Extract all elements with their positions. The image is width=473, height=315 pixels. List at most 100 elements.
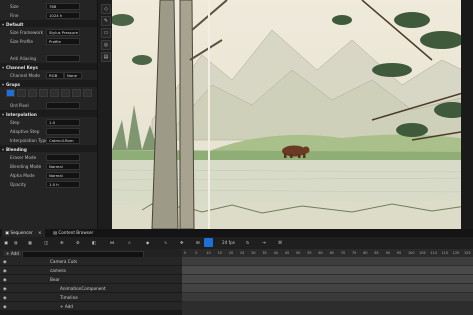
close-icon[interactable]: ×: [38, 230, 42, 235]
camera-cuts-bar[interactable]: [182, 257, 473, 265]
property-value[interactable]: 1.0: [46, 118, 80, 126]
track-row[interactable]: ◉ camera: [0, 266, 182, 275]
section-header[interactable]: ▾ Grups: [0, 80, 97, 87]
world-icon[interactable]: ◍: [14, 240, 18, 245]
tab-content-browser[interactable]: ▤ Content Browser: [50, 229, 96, 237]
visibility-icon[interactable]: ◉: [3, 304, 7, 309]
property-value[interactable]: Normal: [46, 171, 80, 179]
snap-icon[interactable]: ⋈: [110, 240, 114, 245]
timeline-ruler[interactable]: 0 5 10 15 20 25 30 35 40 45 50 55 60 65 70 75 80 85 90 95 10…: [182, 249, 473, 257]
tool-strip: ◇ ✎ ▭ ◎ ▤: [97, 0, 113, 229]
grid-icon[interactable]: ⊞: [196, 240, 200, 245]
sequencer-toolbar: ▣ ◍ ▦ ◫ ⊕ ⚙ ◧ ⋈ ⬦ ◆ ∿ ✥ ⊞ 24 fps ↻ ⇥ ⌘: [0, 237, 473, 249]
track-row[interactable]: ◉ + Add: [0, 302, 182, 311]
visibility-icon[interactable]: ◉: [3, 268, 7, 273]
channel-mode-dropdown[interactable]: RGB: [46, 71, 64, 79]
settings-icon[interactable]: ⚙: [76, 240, 80, 245]
track-row[interactable]: ◉ Bear: [0, 275, 182, 284]
fps-dropdown[interactable]: 24 fps: [222, 240, 235, 245]
select-tool-icon[interactable]: ◇: [101, 4, 111, 14]
camera-icon[interactable]: ⊕: [60, 240, 64, 245]
sequencer-tab-bar: ▣ Sequencer × ▤ Content Browser: [0, 229, 473, 237]
property-value[interactable]: Normal: [46, 162, 80, 170]
channel-mode-secondary[interactable]: None: [64, 71, 82, 79]
chevron-down-icon: ▾: [2, 146, 5, 152]
property-value[interactable]: [46, 54, 80, 62]
property-value[interactable]: Catmull-Rom: [46, 136, 80, 144]
eraser-tool-icon[interactable]: ▭: [101, 28, 111, 38]
track-label: Bear: [50, 276, 60, 282]
chevron-down-icon: ▾: [2, 21, 5, 27]
brush-tool-icon[interactable]: ✎: [101, 16, 111, 26]
timeline-bar[interactable]: [182, 293, 473, 301]
anim-bar[interactable]: [182, 284, 473, 292]
property-label: Eraser Mode: [10, 154, 37, 160]
property-label: Blending Mode: [10, 163, 42, 169]
property-row: Size Framework Stylus Pressure: [0, 28, 97, 36]
drawing-viewport[interactable]: [112, 0, 473, 229]
folder-icon: ▤: [53, 230, 57, 235]
ruler-label: 55: [307, 251, 312, 255]
track-label: Camera Cuts: [50, 258, 78, 264]
property-value[interactable]: 768: [46, 2, 80, 10]
channel-mode-row: Channel Mode RGB None: [0, 71, 97, 79]
property-value[interactable]: [46, 101, 80, 109]
step-icon[interactable]: ⇥: [262, 240, 266, 245]
ruler-label: 120: [452, 251, 460, 255]
section-title: Blending: [6, 146, 27, 152]
visibility-icon[interactable]: ◉: [3, 286, 7, 291]
timeline-area[interactable]: [182, 257, 473, 315]
property-row: Step 1.0: [0, 118, 97, 126]
translate-icon[interactable]: ✥: [180, 240, 184, 245]
select-icon[interactable]: ◆: [146, 240, 149, 245]
save-icon[interactable]: ▣: [4, 240, 8, 245]
ruler-label: 45: [284, 251, 290, 255]
visibility-icon[interactable]: ◉: [3, 295, 7, 300]
property-value[interactable]: Stylus Pressure: [46, 28, 80, 36]
visibility-icon[interactable]: ◉: [3, 277, 7, 282]
ruler-label: 85: [374, 251, 379, 255]
property-row: Ord Pixel: [0, 101, 97, 109]
section-header[interactable]: ▾ Blending: [0, 145, 97, 152]
view-icon[interactable]: ◧: [92, 240, 96, 245]
lasso-tool-icon[interactable]: ◎: [101, 40, 111, 50]
property-value[interactable]: 1024 h: [46, 11, 80, 19]
track-row[interactable]: ◉ AnimationComponent: [0, 284, 182, 293]
track-row[interactable]: ◉ Timeline: [0, 293, 182, 302]
stamp-icon[interactable]: [83, 89, 92, 97]
bear-bar[interactable]: [182, 275, 473, 283]
property-value[interactable]: [46, 127, 80, 135]
track-row[interactable]: ◉ Camera Cuts: [0, 257, 182, 266]
tab-sequencer[interactable]: ▣ Sequencer ×: [2, 229, 45, 237]
key-icon[interactable]: ⬦: [128, 240, 131, 245]
ruler-label: 110: [430, 251, 437, 255]
ruler-label: 50: [296, 251, 301, 255]
fill-icon[interactable]: [28, 89, 37, 97]
film-icon-2[interactable]: ▦: [28, 240, 32, 245]
property-value[interactable]: 1.0 h: [46, 180, 80, 188]
pencil-icon[interactable]: [17, 89, 26, 97]
render-icon[interactable]: ◫: [44, 240, 48, 245]
grid-icon[interactable]: [72, 89, 81, 97]
snap-toggle-icon[interactable]: [204, 238, 213, 247]
loop-icon[interactable]: ↻: [246, 240, 250, 245]
layer-tool-icon[interactable]: ▤: [101, 52, 111, 62]
property-label: Channel Mode: [10, 72, 40, 78]
time-icon[interactable]: ⌘: [278, 240, 282, 245]
section-title: Grups: [6, 81, 20, 87]
bear-figure: [282, 145, 310, 158]
eraser-icon[interactable]: [50, 89, 59, 97]
property-value[interactable]: [46, 153, 80, 161]
section-header[interactable]: ▾ Interpolation: [0, 110, 97, 117]
camera-bar[interactable]: [182, 266, 473, 274]
visibility-icon[interactable]: ◉: [3, 259, 7, 264]
smudge-icon[interactable]: [61, 89, 70, 97]
layer-icon[interactable]: [39, 89, 48, 97]
ruler-label: 20: [228, 251, 234, 255]
curve-icon[interactable]: ∿: [164, 240, 168, 245]
add-track-button[interactable]: + Add: [4, 250, 21, 256]
section-header[interactable]: ▾ Default: [0, 20, 97, 27]
brush-icon[interactable]: [6, 89, 15, 97]
property-value[interactable]: Profile: [46, 37, 80, 45]
section-header[interactable]: ▾ Channel Keys: [0, 63, 97, 70]
